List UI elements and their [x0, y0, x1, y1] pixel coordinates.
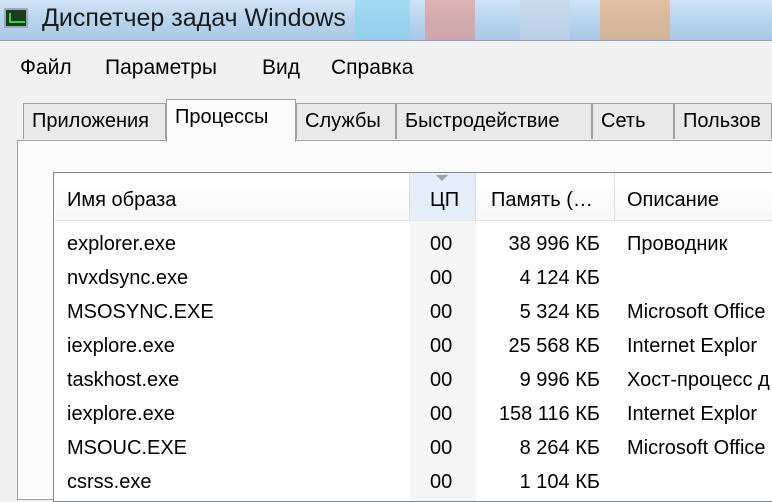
table-row[interactable]: MSOUC.EXE 00 8 264 КБ Microsoft Office: [54, 431, 772, 465]
process-description: Microsoft Office: [627, 301, 766, 323]
tab-users[interactable]: Пользов: [674, 103, 772, 139]
process-description: Microsoft Office: [627, 437, 766, 459]
title-bar[interactable]: Диспетчер задач Windows: [0, 0, 772, 40]
process-memory: 158 116 КБ: [498, 403, 600, 425]
process-list[interactable]: Имя образа ЦП Память (… Описание explore…: [53, 172, 772, 502]
process-name: MSOUC.EXE: [67, 437, 188, 459]
table-row[interactable]: csrss.exe 00 1 104 КБ: [54, 465, 772, 499]
menu-options[interactable]: Параметры: [105, 56, 217, 80]
process-name: iexplore.exe: [67, 335, 175, 357]
process-name: csrss.exe: [67, 471, 152, 493]
glass-reflection: [600, 0, 670, 40]
process-name: nvxdsync.exe: [67, 267, 189, 289]
process-name: MSOSYNC.EXE: [67, 301, 214, 323]
process-memory: 1 104 КБ: [519, 471, 600, 493]
column-header-cpu-label: ЦП: [430, 189, 460, 211]
sort-descending-icon: [436, 175, 448, 181]
tab-processes[interactable]: Процессы: [166, 99, 296, 142]
process-name: explorer.exe: [67, 233, 176, 255]
glass-reflection: [520, 0, 570, 40]
window-title: Диспетчер задач Windows: [42, 4, 346, 32]
process-memory: 5 324 КБ: [519, 301, 600, 323]
tab-services[interactable]: Службы: [296, 103, 396, 139]
table-row[interactable]: iexplore.exe 00 158 116 КБ Internet Expl…: [54, 397, 772, 431]
glass-reflection: [355, 0, 410, 40]
task-manager-icon: [4, 8, 28, 28]
menu-file[interactable]: Файл: [20, 56, 72, 80]
process-memory: 9 996 КБ: [519, 369, 600, 391]
process-description: Хост-процесс д: [627, 369, 770, 391]
column-header-image-name[interactable]: Имя образа: [54, 173, 410, 221]
tab-performance[interactable]: Быстродействие: [396, 103, 592, 139]
process-description: Internet Explor: [627, 403, 758, 425]
tab-applications[interactable]: Приложения: [23, 103, 166, 139]
process-memory: 25 568 КБ: [508, 335, 600, 357]
process-name: iexplore.exe: [67, 403, 175, 425]
table-row[interactable]: iexplore.exe 00 25 568 КБ Internet Explo…: [54, 329, 772, 363]
column-header-description[interactable]: Описание: [615, 173, 772, 221]
menu-help[interactable]: Справка: [331, 56, 413, 80]
process-memory: 38 996 КБ: [508, 233, 600, 255]
process-description: Проводник: [627, 233, 728, 255]
tab-network[interactable]: Сеть: [592, 103, 674, 139]
table-row[interactable]: nvxdsync.exe 00 4 124 КБ: [54, 261, 772, 295]
column-header-memory[interactable]: Память (…: [476, 173, 615, 221]
menu-view[interactable]: Вид: [262, 56, 300, 80]
table-row[interactable]: MSOSYNC.EXE 00 5 324 КБ Microsoft Office: [54, 295, 772, 329]
table-row[interactable]: taskhost.exe 00 9 996 КБ Хост-процесс д: [54, 363, 772, 397]
table-row[interactable]: explorer.exe 00 38 996 КБ Проводник: [54, 227, 772, 261]
process-memory: 4 124 КБ: [519, 267, 600, 289]
menu-bar: Файл Параметры Вид Справка: [0, 40, 772, 93]
process-memory: 8 264 КБ: [519, 437, 600, 459]
column-header-cpu[interactable]: ЦП: [410, 173, 476, 221]
glass-reflection: [425, 0, 475, 40]
process-name: taskhost.exe: [67, 369, 180, 391]
process-description: Internet Explor: [627, 335, 758, 357]
